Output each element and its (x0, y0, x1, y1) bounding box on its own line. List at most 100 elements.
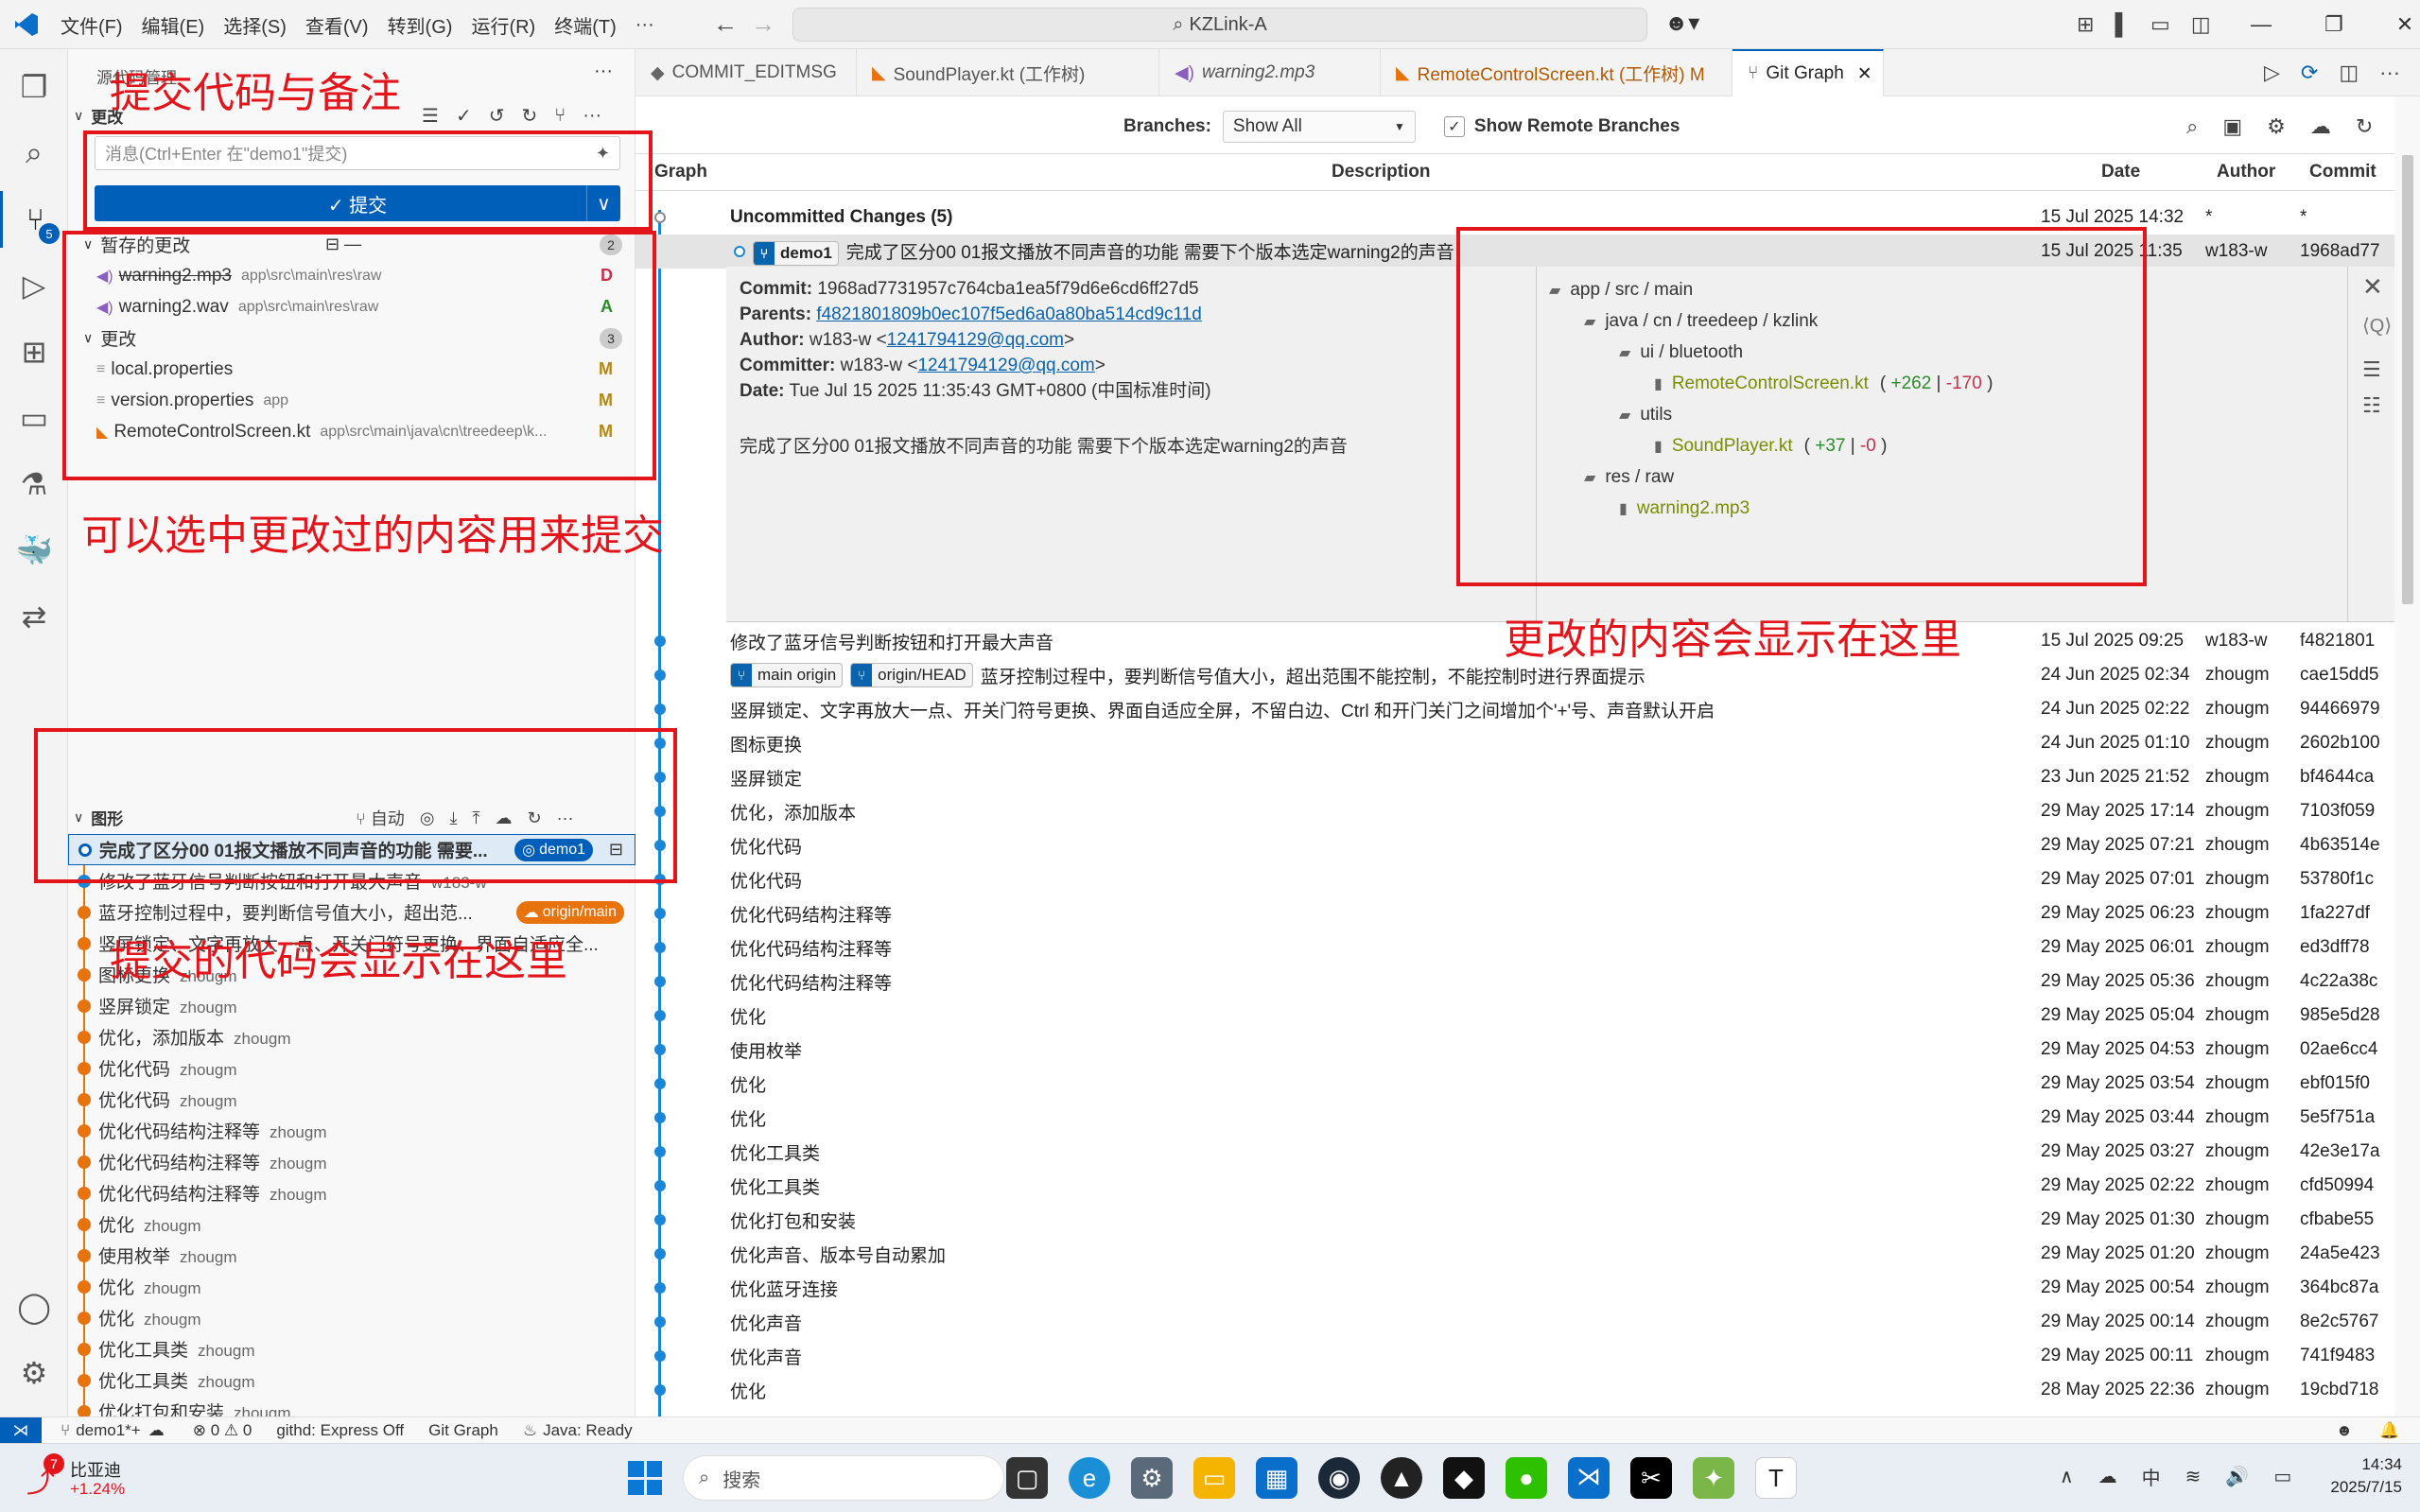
editor-tab[interactable]: ◀) warning2.mp3 (1159, 49, 1381, 96)
wechat-icon[interactable]: ● (1506, 1457, 1547, 1499)
tray-chevron-icon[interactable]: ∧ (2060, 1465, 2074, 1488)
inkscape-icon[interactable]: ▲ (1381, 1457, 1422, 1499)
onedrive-icon[interactable]: ☁ (2098, 1465, 2117, 1488)
refresh-icon[interactable]: ↻ (521, 104, 537, 128)
capcut-icon[interactable]: ✂ (1630, 1457, 1672, 1499)
graph-commit-row[interactable]: 优化代码结构注释等 zhougm (68, 1177, 635, 1208)
run-icon[interactable]: ▷ (2264, 61, 2280, 85)
toolbox-icon[interactable]: ✦ (1693, 1457, 1734, 1499)
back-arrow-icon[interactable]: ← (713, 9, 738, 39)
graph-commit-row[interactable]: 优化 zhougm (68, 1271, 635, 1302)
branch-tag-demo1[interactable]: ⑂ demo1 (753, 240, 839, 266)
notifications-bell-icon[interactable]: 🔔 (2379, 1421, 2399, 1440)
store-icon[interactable]: ▦ (1256, 1457, 1297, 1499)
copilot-icon[interactable]: ☻▾ (1664, 9, 1699, 37)
graph-commit-row[interactable]: 蓝牙控制过程中，要判断信号值大小，超出范... ☁ origin/main (68, 896, 635, 928)
show-remote-checkbox[interactable]: ✓ (1443, 116, 1465, 137)
remote-indicator-icon[interactable]: ⋊ (0, 1416, 42, 1444)
copilot-status-icon[interactable]: ☻ (2336, 1421, 2353, 1440)
view-as-tree-icon[interactable]: ☰ (422, 104, 439, 128)
menu-item[interactable]: ··· (635, 14, 654, 36)
branch-tag[interactable]: ⑂ main origin (730, 663, 844, 687)
menu-item[interactable]: 查看(V) (305, 11, 369, 39)
find-icon[interactable]: ⌕ (2186, 114, 2198, 139)
tree-view-icon[interactable]: ☷ (2362, 393, 2381, 418)
remote-explorer-icon[interactable]: ▭ (0, 390, 68, 446)
task-view-icon[interactable]: ▢ (1006, 1457, 1048, 1499)
search-icon[interactable]: ⌕ (0, 125, 68, 182)
committer-email-link[interactable]: 1241794129@qq.com (917, 356, 1094, 375)
col-description[interactable]: Description (1332, 153, 1431, 191)
java-status[interactable]: Java: Ready (543, 1421, 633, 1440)
commit-row[interactable]: 优化 29 May 2025 03:44 zhougm 5e5f751a (635, 1101, 2394, 1135)
menu-item[interactable]: 终端(T) (554, 11, 617, 39)
graph-commit-row[interactable]: 优化，添加版本 zhougm (68, 1021, 635, 1052)
githd-status[interactable]: githd: Express Off (276, 1421, 404, 1440)
battery-icon[interactable]: ▭ (2273, 1465, 2291, 1488)
graph-commit-row[interactable]: 优化代码 zhougm (68, 1052, 635, 1084)
graph-commit-row[interactable]: 优化工具类 zhougm (68, 1333, 635, 1364)
settings-gear-icon[interactable]: ⚙ (2267, 114, 2286, 139)
forward-arrow-icon[interactable]: → (751, 9, 775, 39)
account-icon[interactable]: ◯ (0, 1278, 68, 1335)
source-control-icon[interactable]: ⑂ 5 (0, 191, 68, 248)
ime-indicator[interactable]: 中 (2142, 1463, 2161, 1490)
commit-row[interactable]: 优化 29 May 2025 03:54 zhougm ebf015f0 (635, 1067, 2394, 1101)
commit-row[interactable]: 优化代码结构注释等 29 May 2025 05:36 zhougm 4c22a38c (635, 965, 2394, 999)
parent-hash-link[interactable]: f4821801809b0ec107f5ed6a0a80ba514cd9c11d (816, 304, 1202, 324)
problems-status[interactable]: ⊗ 0 ⚠ 0 (193, 1421, 252, 1440)
vertical-scrollbar[interactable] (2402, 155, 2413, 604)
graph-commit-row[interactable]: 优化代码 zhougm (68, 1084, 635, 1115)
graph-commit-row[interactable]: 优化工具类 zhougm (68, 1364, 635, 1396)
diff-icon[interactable]: ⇄ (0, 588, 68, 645)
commit-row[interactable]: 优化蓝牙连接 29 May 2025 00:54 zhougm 364bc87a (635, 1271, 2394, 1305)
commit-check-icon[interactable]: ✓ (456, 104, 472, 128)
stock-widget[interactable]: ⤴ 7 比亚迪 +1.24% (26, 1453, 159, 1504)
menu-item[interactable]: 选择(S) (223, 11, 287, 39)
extensions-icon[interactable]: ⊞ (0, 323, 68, 380)
branches-select[interactable]: Show All ▼ (1222, 111, 1416, 143)
command-center-search[interactable]: ⌕ KZLink-A (792, 8, 1647, 42)
more-icon[interactable]: ··· (2379, 61, 2400, 85)
branch-graph-icon[interactable]: ⑂ (554, 105, 566, 127)
commit-row[interactable]: 优化工具类 29 May 2025 02:22 zhougm cfd50994 (635, 1169, 2394, 1203)
menu-item[interactable]: 文件(F) (61, 11, 123, 39)
refresh-icon[interactable]: ↻ (2356, 114, 2373, 139)
terminal-icon[interactable]: ▣ (2222, 114, 2242, 139)
editor-tab[interactable]: ◆ COMMIT_EDITMSG (635, 49, 857, 96)
graph-commit-row[interactable]: 优化代码结构注释等 zhougm (68, 1115, 635, 1146)
commit-row[interactable]: 优化代码 29 May 2025 07:01 zhougm 53780f1c (635, 862, 2394, 896)
commit-row[interactable]: 优化 28 May 2025 22:36 zhougm 19cbd718 (635, 1373, 2394, 1407)
explorer-icon[interactable]: ❐ (0, 59, 68, 115)
settings-gear-icon[interactable]: ⚙ (0, 1345, 68, 1401)
commit-row[interactable]: 优化工具类 29 May 2025 03:27 zhougm 42e3e17a (635, 1135, 2394, 1169)
branch-status[interactable]: demo1*+ (76, 1421, 141, 1440)
commit-row[interactable]: 使用枚举 29 May 2025 04:53 zhougm 02ae6cc4 (635, 1033, 2394, 1067)
sync-icon[interactable]: ⟳ (2301, 61, 2318, 85)
fetch-cloud-icon[interactable]: ☁ (2310, 114, 2331, 139)
taskbar-clock[interactable]: 14:34 2025/7/15 (2307, 1453, 2402, 1499)
steam-icon[interactable]: ◉ (1318, 1457, 1360, 1499)
git-graph-status[interactable]: Git Graph (428, 1421, 498, 1440)
graph-commit-row[interactable]: 优化 zhougm (68, 1302, 635, 1333)
commit-row[interactable]: 优化声音 29 May 2025 00:11 zhougm 741f9483 (635, 1339, 2394, 1373)
file-explorer-icon[interactable]: ▭ (1193, 1457, 1235, 1499)
menu-item[interactable]: 编辑(E) (142, 11, 205, 39)
commit-row[interactable]: 优化打包和安装 29 May 2025 01:30 zhougm cfbabe55 (635, 1203, 2394, 1237)
split-editor-icon[interactable]: ◫ (2339, 61, 2359, 85)
graph-commit-row[interactable]: 优化代码结构注释等 zhougm (68, 1146, 635, 1177)
toggle-sidebar-icon[interactable]: ▌ (2115, 12, 2130, 37)
windows-start-icon[interactable] (628, 1461, 662, 1495)
commit-row[interactable]: 优化 29 May 2025 05:04 zhougm 985e5d28 (635, 999, 2394, 1033)
graph-commit-row[interactable]: 竖屏锁定 zhougm (68, 990, 635, 1021)
col-graph[interactable]: Graph (654, 153, 707, 191)
commit-row[interactable]: 优化，添加版本 29 May 2025 17:14 zhougm 7103f059 (635, 794, 2394, 828)
more-icon[interactable]: ··· (583, 105, 601, 127)
typora-icon[interactable]: T (1755, 1457, 1797, 1499)
sync-status-icon[interactable]: ☁ (148, 1421, 165, 1440)
code-review-icon[interactable]: ⟨Q⟩ (2362, 314, 2392, 338)
menu-item[interactable]: 转到(G) (388, 11, 453, 39)
commit-row[interactable]: 图标更换 24 Jun 2025 01:10 zhougm 2602b100 (635, 726, 2394, 760)
author-email-link[interactable]: 1241794129@qq.com (887, 330, 1064, 350)
testing-icon[interactable]: ⚗ (0, 456, 68, 513)
